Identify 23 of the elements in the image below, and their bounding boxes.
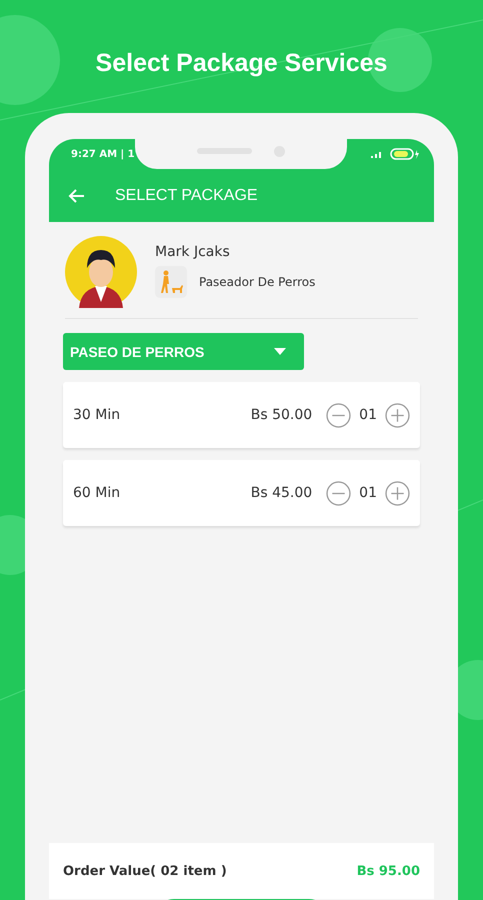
quantity: 01 xyxy=(359,485,377,501)
status-time: 9:27 AM | 1 xyxy=(71,148,135,160)
plus-icon[interactable] xyxy=(385,402,410,428)
package-price: Bs 45.00 xyxy=(250,485,312,501)
caret-icon xyxy=(274,348,286,355)
package-duration: 60 Min xyxy=(73,485,120,501)
category-dropdown[interactable]: PASEO DE PERROS xyxy=(63,333,304,370)
minus-icon[interactable] xyxy=(326,480,352,506)
signal-icon xyxy=(370,149,384,159)
order-total: Bs 95.00 xyxy=(356,864,420,878)
dog-walker-icon xyxy=(155,266,187,298)
provider-name: Mark Jcaks xyxy=(155,244,231,260)
headline: Select Package Services xyxy=(96,48,388,78)
plus-icon[interactable] xyxy=(385,480,410,506)
package-price: Bs 50.00 xyxy=(250,407,312,423)
provider-role: Paseador De Perros xyxy=(199,275,316,289)
package-duration: 30 Min xyxy=(73,407,120,423)
quantity: 01 xyxy=(359,407,377,423)
minus-icon[interactable] xyxy=(326,402,352,428)
avatar xyxy=(65,236,137,308)
screen-title: SELECT PACKAGE xyxy=(115,186,258,204)
battery-icon xyxy=(390,148,420,160)
order-label: Order Value( 02 item ) xyxy=(63,864,227,878)
